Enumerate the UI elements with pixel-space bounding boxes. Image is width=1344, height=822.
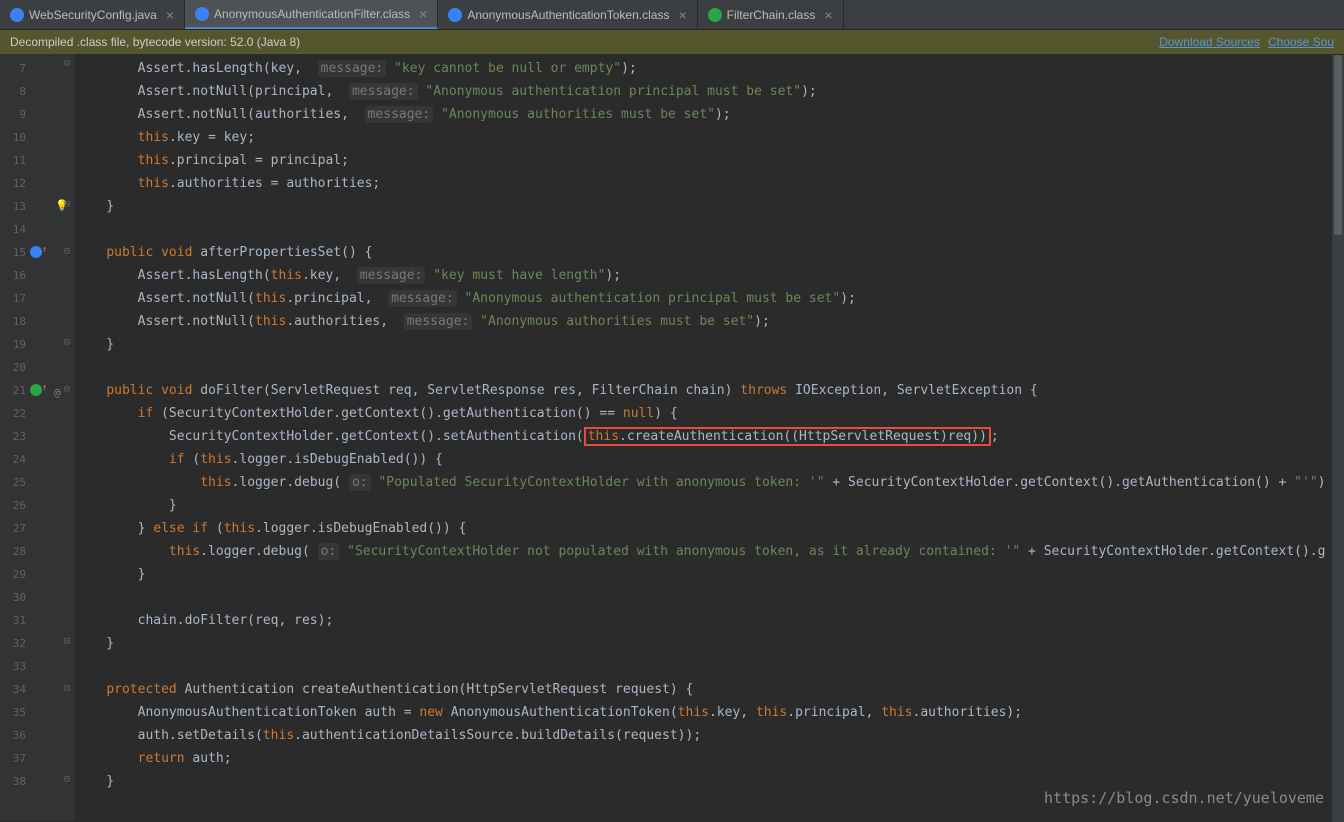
fold-icon[interactable]: ⊟ — [64, 246, 70, 257]
class-icon — [195, 7, 209, 21]
fold-icon[interactable]: ⊟ — [64, 636, 70, 647]
choose-sources-link[interactable]: Choose Sou — [1268, 35, 1334, 49]
watermark: https://blog.csdn.net/yueloveme — [1044, 789, 1324, 807]
interface-icon — [708, 8, 722, 22]
editor-area: 7891011121314151617181920212223242526272… — [0, 54, 1344, 821]
fold-icon[interactable]: ⊟ — [64, 384, 70, 395]
tab-label: AnonymousAuthenticationFilter.class — [214, 7, 410, 21]
tab-anonymousauthtoken[interactable]: AnonymousAuthenticationToken.class × — [438, 0, 697, 29]
fold-icon[interactable]: ⊟ — [64, 337, 70, 348]
fold-icon[interactable]: ⊟ — [64, 774, 70, 785]
code-content[interactable]: Assert.hasLength(key, message: "key cann… — [75, 54, 1325, 821]
fold-icon[interactable]: ⊟ — [64, 199, 70, 210]
close-icon[interactable]: × — [824, 7, 832, 23]
close-icon[interactable]: × — [419, 6, 427, 22]
tab-websecurityconfig[interactable]: WebSecurityConfig.java × — [0, 0, 185, 29]
fold-icon[interactable]: ⊟ — [64, 58, 70, 69]
close-icon[interactable]: × — [166, 7, 174, 23]
override-icon[interactable]: ↑ — [30, 246, 47, 261]
scrollbar-thumb[interactable] — [1334, 55, 1342, 235]
tab-label: AnonymousAuthenticationToken.class — [467, 8, 669, 22]
class-icon — [10, 8, 24, 22]
gutter-icons: 💡 ↑ ↑ @ ⊟ ⊟ ⊟ ⊟ ⊟ ⊟ ⊟ ⊟ — [30, 54, 75, 821]
line-numbers: 7891011121314151617181920212223242526272… — [0, 54, 30, 821]
class-icon — [448, 8, 462, 22]
notice-links: Download Sources Choose Sou — [1159, 35, 1334, 49]
editor-tabs: WebSecurityConfig.java × AnonymousAuthen… — [0, 0, 1344, 30]
tab-label: FilterChain.class — [727, 8, 816, 22]
gutter: 7891011121314151617181920212223242526272… — [0, 54, 75, 821]
fold-icon[interactable]: ⊟ — [64, 683, 70, 694]
vertical-scrollbar[interactable] — [1332, 55, 1344, 822]
tab-anonymousauthfilter[interactable]: AnonymousAuthenticationFilter.class × — [185, 0, 438, 29]
notice-text: Decompiled .class file, bytecode version… — [10, 35, 300, 49]
implements-icon[interactable]: ↑ @ — [30, 384, 61, 399]
close-icon[interactable]: × — [678, 7, 686, 23]
tab-filterchain[interactable]: FilterChain.class × — [698, 0, 844, 29]
decompile-notice: Decompiled .class file, bytecode version… — [0, 30, 1344, 54]
download-sources-link[interactable]: Download Sources — [1159, 35, 1260, 49]
tab-label: WebSecurityConfig.java — [29, 8, 157, 22]
